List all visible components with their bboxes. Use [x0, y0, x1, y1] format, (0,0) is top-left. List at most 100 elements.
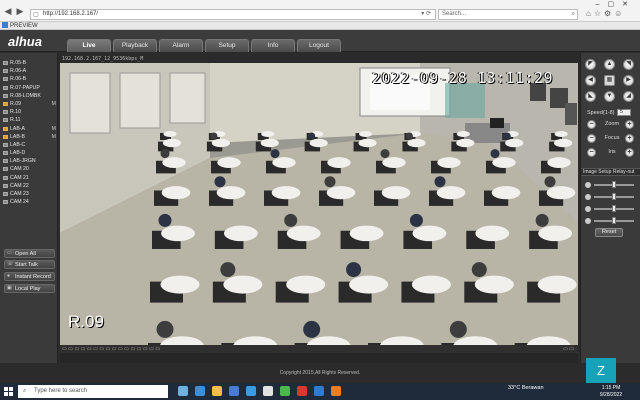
hue-slider[interactable]	[585, 217, 637, 225]
iris-plus-button[interactable]: +	[625, 148, 634, 157]
channel-item[interactable]: CAM 24	[3, 198, 56, 206]
video-control-icons[interactable]: ▭▭▭▭▭▭▭▭▭▭▭▭▭▭▭▭	[62, 346, 162, 352]
tab-playback[interactable]: Playback	[113, 39, 157, 52]
windows-start-icon[interactable]	[4, 387, 13, 396]
channel-item[interactable]: R.05-B	[3, 59, 56, 67]
channel-item[interactable]: R.06-B	[3, 75, 56, 83]
channel-item[interactable]: CAM 21	[3, 174, 56, 182]
iris-control: − Iris +	[587, 148, 637, 158]
channel-label: R.07-PAPUP	[10, 84, 40, 91]
mail-icon[interactable]	[246, 386, 256, 396]
video-toolbar: ▭▭▭▭▭▭▭▭▭▭▭▭▭▭▭▭ ▭ ▭	[60, 345, 578, 353]
camera-icon	[3, 101, 8, 106]
channel-item[interactable]: CAM 23	[3, 190, 56, 198]
channel-item[interactable]: R.08-LOMBK	[3, 92, 56, 100]
classroom-camera-image	[60, 63, 578, 348]
zoom-out-button[interactable]: −	[587, 120, 596, 129]
local-play-button[interactable]: ▣ Local Play	[4, 284, 55, 293]
app-header: alhua Live Playback Alarm Setup Info Log…	[0, 30, 640, 52]
channel-item[interactable]: CAM 22	[3, 182, 56, 190]
channel-item[interactable]: LAB-A M	[3, 125, 56, 133]
channel-item[interactable]: CAM 20	[3, 165, 56, 173]
open-all-button[interactable]: ▭ Open All	[4, 249, 55, 258]
iris-minus-button[interactable]: −	[587, 148, 596, 157]
ptz-up-button[interactable]: ▲	[604, 59, 615, 70]
channel-label: R.11	[10, 117, 21, 124]
tab-info[interactable]: Info	[251, 39, 295, 52]
main-menu: Live Playback Alarm Setup Info Logout	[67, 39, 341, 52]
ptz-left-button[interactable]: ◀	[585, 75, 596, 86]
channel-label: CAM 24	[10, 199, 29, 206]
tab-logout[interactable]: Logout	[297, 39, 341, 52]
browser-search-input[interactable]: Search... ⌕	[438, 9, 578, 20]
camera-icon	[3, 93, 8, 98]
ie-icon[interactable]	[263, 386, 273, 396]
channel-item[interactable]: R.10	[3, 108, 56, 116]
address-bar[interactable]: ▢ http://192.168.2.167/ ▾ ⟳	[30, 9, 436, 20]
edge-icon[interactable]	[195, 386, 205, 396]
brightness-slider[interactable]	[585, 181, 637, 189]
tab-setup[interactable]: Setup	[205, 39, 249, 52]
task-view-icon[interactable]	[178, 386, 188, 396]
channel-item[interactable]: R.07-PAPUP	[3, 84, 56, 92]
image-setup-tab[interactable]: Image Setup	[583, 169, 611, 176]
ptz-down-button[interactable]: ▼	[604, 91, 615, 102]
word-icon[interactable]	[314, 386, 324, 396]
taskbar-search-input[interactable]: ⌕ Type here to search	[18, 385, 168, 398]
browser-icons[interactable]: ⌂☆⚙☺	[586, 9, 625, 18]
camera-icon	[3, 167, 8, 172]
channel-item[interactable]: LAB-JRGN	[3, 157, 56, 165]
powerpoint-icon[interactable]	[331, 386, 341, 396]
zoom-in-button[interactable]: +	[625, 120, 634, 129]
channel-item[interactable]: LAB-D	[3, 149, 56, 157]
channel-item[interactable]: LAB-C	[3, 141, 56, 149]
system-clock[interactable]: 1:15 PM 9/28/2022	[594, 385, 628, 398]
speed-select[interactable]: 5	[617, 109, 631, 116]
store-icon[interactable]	[229, 386, 239, 396]
chrome-icon[interactable]	[280, 386, 290, 396]
channel-stream-badge[interactable]: M	[52, 133, 56, 141]
channel-item[interactable]: R.06-A	[3, 67, 56, 75]
browser-tab[interactable]: PREVIEW	[0, 22, 640, 30]
browser-search-placeholder: Search...	[442, 11, 467, 17]
weather-widget[interactable]: 33°C Berawan	[508, 385, 544, 391]
ptz-down-left-button[interactable]: ◣	[585, 91, 596, 102]
search-icon[interactable]: ⌕	[572, 10, 575, 19]
focus-label: Focus	[604, 135, 620, 141]
app-icon[interactable]	[297, 386, 307, 396]
focus-minus-button[interactable]: −	[587, 134, 596, 143]
start-talk-button[interactable]: ☏ Start Talk	[4, 260, 55, 269]
ptz-right-button[interactable]: ▶	[623, 75, 634, 86]
back-icon[interactable]: ◀	[3, 6, 13, 16]
file-explorer-icon[interactable]	[212, 386, 222, 396]
refresh-icon[interactable]: ▾ ⟳	[421, 10, 431, 19]
ptz-down-right-button[interactable]: ◢	[623, 91, 634, 102]
camera-icon	[3, 110, 8, 115]
video-viewport[interactable]: 192.168.2.167_12_9536kbps_M 2022-09-28 1…	[60, 56, 578, 348]
tab-alarm[interactable]: Alarm	[159, 39, 203, 52]
forward-icon[interactable]: ▶	[15, 6, 25, 16]
channel-item[interactable]: LAB-B M	[3, 133, 56, 141]
ptz-center-button[interactable]: ▦	[604, 75, 615, 86]
channel-label: R.05-B	[10, 60, 27, 66]
channel-stream-badge[interactable]: M	[52, 125, 56, 133]
fullscreen-icon[interactable]: ▭ ▭	[563, 346, 574, 352]
ptz-up-left-button[interactable]: ◤	[585, 59, 596, 70]
hue-icon	[585, 218, 591, 224]
speed-control: Speed(1-8) 5	[587, 109, 631, 116]
channel-item[interactable]: R.09 M	[3, 100, 56, 108]
instant-record-button[interactable]: ● Instant Record	[4, 272, 55, 281]
channel-stream-badge[interactable]: M	[52, 100, 56, 108]
tab-live[interactable]: Live	[67, 39, 111, 52]
channel-item[interactable]: R.11	[3, 116, 56, 124]
focus-plus-button[interactable]: +	[625, 134, 634, 143]
window-controls[interactable]: –▢✕	[596, 0, 636, 8]
saturation-slider[interactable]	[585, 205, 637, 213]
camera-icon	[3, 159, 8, 164]
reset-button[interactable]: Reset	[595, 228, 623, 237]
relay-out-tab[interactable]: Relay-out	[613, 169, 634, 176]
channel-label: R.08-LOMBK	[10, 92, 41, 99]
local-play-icon: ▣	[7, 285, 12, 291]
contrast-slider[interactable]	[585, 193, 637, 201]
ptz-up-right-button[interactable]: ◥	[623, 59, 634, 70]
